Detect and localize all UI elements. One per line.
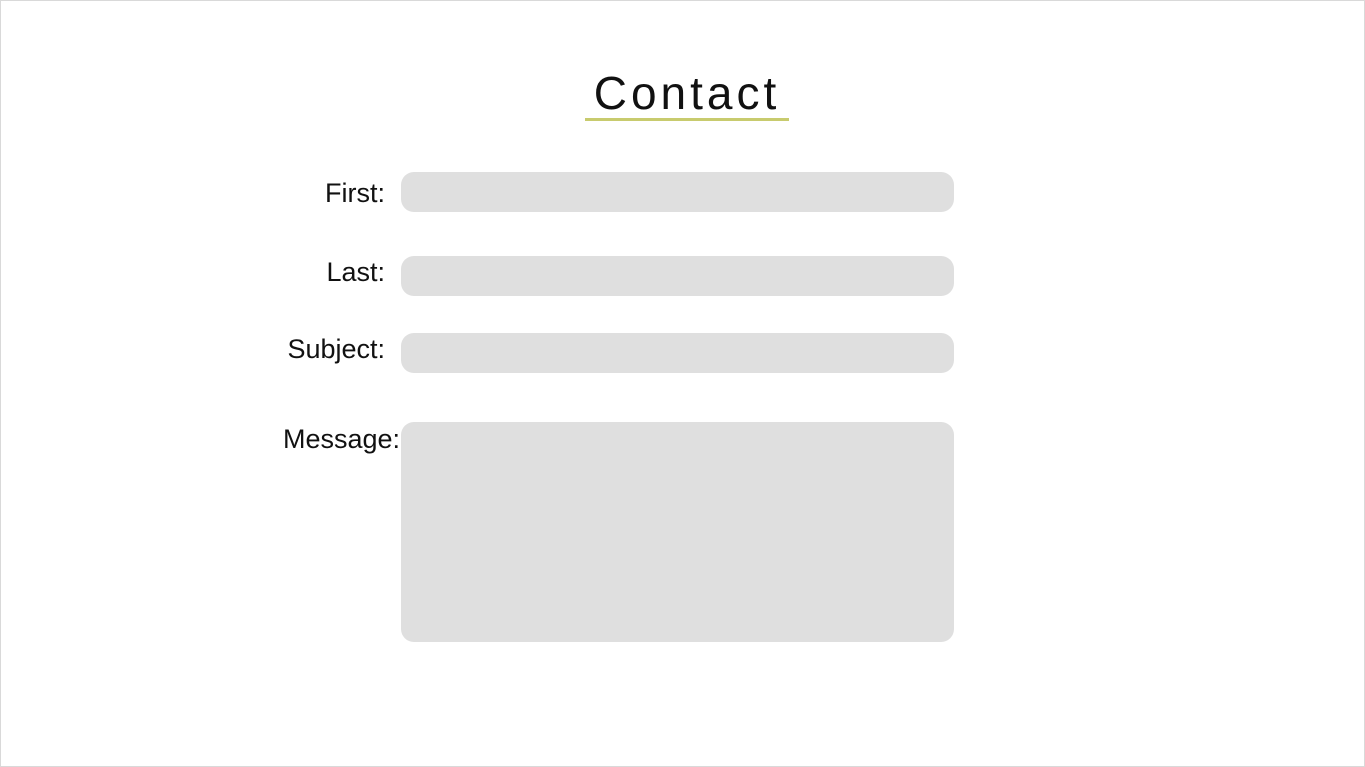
message-label: Message: — [283, 424, 401, 454]
subject-label: Subject: — [287, 334, 385, 364]
subject-input[interactable] — [401, 333, 954, 373]
last-name-label: Last: — [326, 257, 385, 287]
page-title: Contact — [593, 67, 781, 119]
first-name-label: First: — [325, 178, 385, 208]
message-textarea[interactable] — [401, 422, 954, 642]
first-name-input[interactable] — [401, 172, 954, 212]
last-name-input[interactable] — [401, 256, 954, 296]
page-frame: Contact First: Last: Subject: Message: — [0, 0, 1365, 767]
title-underline — [585, 118, 789, 121]
